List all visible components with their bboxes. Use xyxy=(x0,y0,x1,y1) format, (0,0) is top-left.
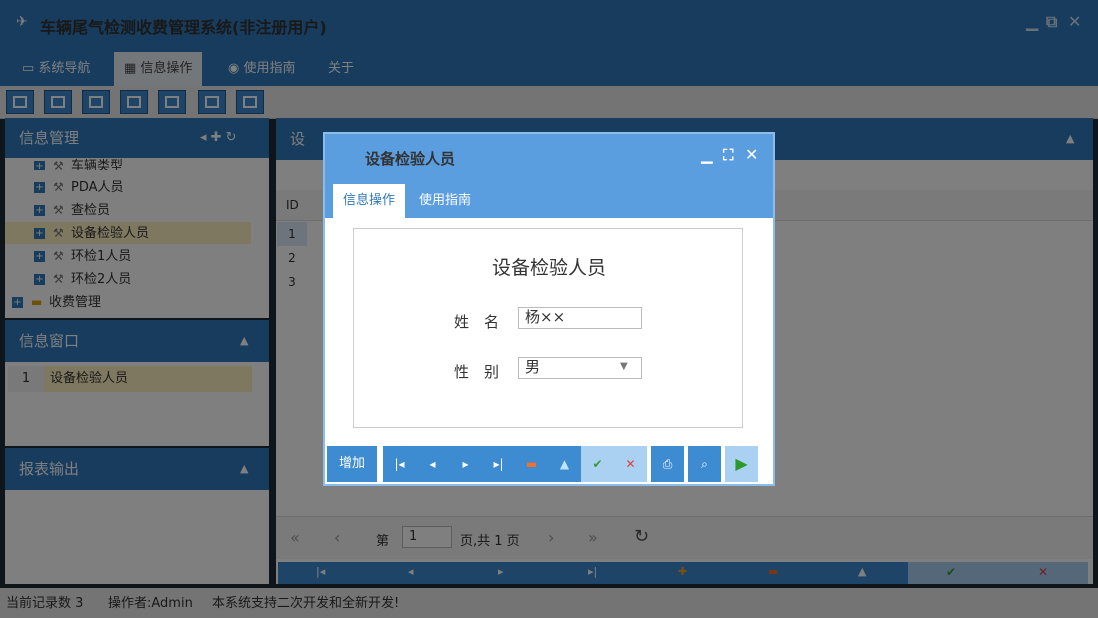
form-heading: 设备检验人员 xyxy=(491,257,606,279)
tab-user-guide[interactable]: 使用指南 xyxy=(409,184,481,218)
name-field[interactable]: 杨×× xyxy=(518,307,642,329)
edit-icon[interactable]: ▲ xyxy=(548,446,581,482)
print-preview-icon[interactable]: ⌕ xyxy=(688,446,721,482)
name-label: 姓 名 xyxy=(454,313,500,331)
first-record-icon[interactable]: |◂ xyxy=(383,446,416,482)
cancel-icon[interactable]: ✕ xyxy=(614,446,647,482)
dialog-title: 设备检验人员 xyxy=(365,150,456,168)
dialog: 设备检验人员 ▁ ⛶ ✕ 信息操作 使用指南 设备检验人员 姓 名 杨×× 性 … xyxy=(323,132,775,486)
save-icon[interactable]: ✔ xyxy=(581,446,614,482)
maximize-icon[interactable]: ⛶ xyxy=(723,146,734,164)
prev-record-icon[interactable]: ◂ xyxy=(416,446,449,482)
tab-info-operation[interactable]: 信息操作 xyxy=(333,184,406,218)
print-icon[interactable]: ⎙ xyxy=(651,446,684,482)
close-icon[interactable]: ✕ xyxy=(745,145,758,164)
last-record-icon[interactable]: ▸| xyxy=(482,446,515,482)
add-button[interactable]: 增加 xyxy=(327,446,377,482)
chevron-down-icon[interactable]: ▼ xyxy=(620,361,628,372)
minimize-icon[interactable]: ▁ xyxy=(701,146,713,164)
gender-value: 男 xyxy=(525,358,541,376)
run-icon[interactable]: ▶ xyxy=(725,446,758,482)
next-record-icon[interactable]: ▸ xyxy=(449,446,482,482)
delete-icon[interactable]: ▬ xyxy=(515,446,548,482)
gender-label: 性 别 xyxy=(454,363,500,381)
form-area: 设备检验人员 姓 名 杨×× 性 别 男 ▼ xyxy=(353,228,743,428)
